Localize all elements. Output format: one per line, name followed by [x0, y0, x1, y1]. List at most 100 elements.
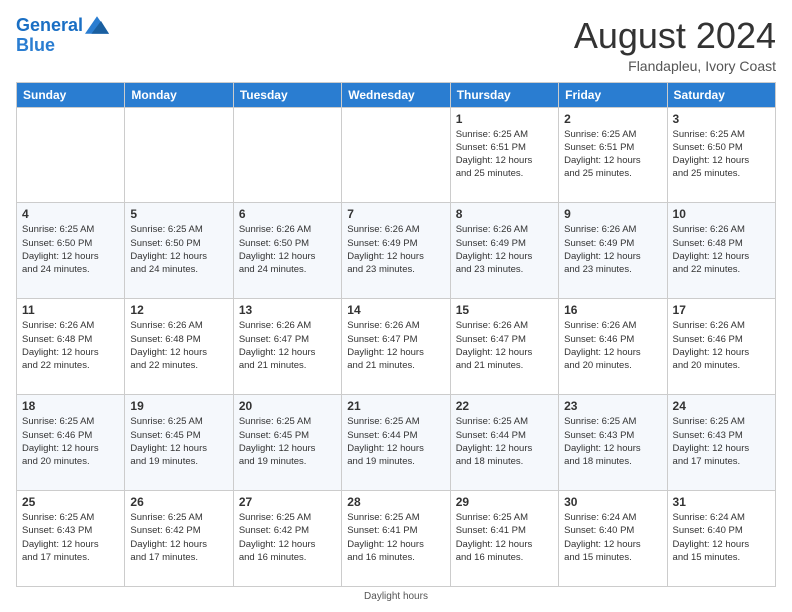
- day-info: Sunrise: 6:26 AM Sunset: 6:46 PM Dayligh…: [564, 319, 661, 372]
- day-number: 30: [564, 495, 661, 509]
- day-number: 8: [456, 207, 553, 221]
- calendar-cell: 18 Sunrise: 6:25 AM Sunset: 6:46 PM Dayli…: [17, 395, 125, 491]
- calendar-cell: 21 Sunrise: 6:25 AM Sunset: 6:44 PM Dayli…: [342, 395, 450, 491]
- calendar-cell: [125, 107, 233, 203]
- day-number: 24: [673, 399, 770, 413]
- day-number: 6: [239, 207, 336, 221]
- day-number: 14: [347, 303, 444, 317]
- calendar-cell: 16 Sunrise: 6:26 AM Sunset: 6:46 PM Dayli…: [559, 299, 667, 395]
- day-info: Sunrise: 6:25 AM Sunset: 6:43 PM Dayligh…: [673, 415, 770, 468]
- calendar-cell: [342, 107, 450, 203]
- day-info: Sunrise: 6:26 AM Sunset: 6:46 PM Dayligh…: [673, 319, 770, 372]
- day-info: Sunrise: 6:25 AM Sunset: 6:42 PM Dayligh…: [239, 511, 336, 564]
- calendar-cell: 14Sunrise: 6:26 AM Sunset: 6:47 PM Dayli…: [342, 299, 450, 395]
- calendar-cell: 3Sunrise: 6:25 AM Sunset: 6:50 PM Daylig…: [667, 107, 775, 203]
- day-number: 27: [239, 495, 336, 509]
- header: General Blue August 2024 Flandapleu, Ivo…: [16, 16, 776, 74]
- day-of-week-header: Thursday: [450, 82, 558, 107]
- day-number: 21: [347, 399, 444, 413]
- calendar-cell: 9 Sunrise: 6:26 AM Sunset: 6:49 PM Daylig…: [559, 203, 667, 299]
- calendar-cell: 27 Sunrise: 6:25 AM Sunset: 6:42 PM Dayli…: [233, 491, 341, 587]
- calendar-cell: 25Sunrise: 6:25 AM Sunset: 6:43 PM Dayli…: [17, 491, 125, 587]
- day-number: 20: [239, 399, 336, 413]
- day-of-week-header: Monday: [125, 82, 233, 107]
- day-number: 31: [673, 495, 770, 509]
- calendar-week-row: 18 Sunrise: 6:25 AM Sunset: 6:46 PM Dayli…: [17, 395, 776, 491]
- day-info: Sunrise: 6:25 AM Sunset: 6:50 PM Dayligh…: [130, 223, 227, 276]
- day-number: 5: [130, 207, 227, 221]
- calendar-cell: 1Sunrise: 6:25 AM Sunset: 6:51 PM Daylig…: [450, 107, 558, 203]
- logo-text: General: [16, 16, 83, 36]
- day-of-week-header: Wednesday: [342, 82, 450, 107]
- month-year: August 2024: [574, 16, 776, 56]
- calendar-cell: 5 Sunrise: 6:25 AM Sunset: 6:50 PM Daylig…: [125, 203, 233, 299]
- day-number: 2: [564, 112, 661, 126]
- calendar-cell: 30 Sunrise: 6:24 AM Sunset: 6:40 PM Dayli…: [559, 491, 667, 587]
- calendar-cell: [17, 107, 125, 203]
- day-info: Sunrise: 6:25 AM Sunset: 6:51 PM Dayligh…: [456, 128, 553, 181]
- calendar-cell: 20 Sunrise: 6:25 AM Sunset: 6:45 PM Dayli…: [233, 395, 341, 491]
- logo-text-blue: Blue: [16, 36, 109, 56]
- day-info: Sunrise: 6:24 AM Sunset: 6:40 PM Dayligh…: [673, 511, 770, 564]
- day-number: 26: [130, 495, 227, 509]
- calendar-cell: 6Sunrise: 6:26 AM Sunset: 6:50 PM Daylig…: [233, 203, 341, 299]
- day-of-week-header: Saturday: [667, 82, 775, 107]
- day-info: Sunrise: 6:26 AM Sunset: 6:49 PM Dayligh…: [456, 223, 553, 276]
- calendar-header-row: SundayMondayTuesdayWednesdayThursdayFrid…: [17, 82, 776, 107]
- day-info: Sunrise: 6:26 AM Sunset: 6:49 PM Dayligh…: [564, 223, 661, 276]
- day-info: Sunrise: 6:25 AM Sunset: 6:42 PM Dayligh…: [130, 511, 227, 564]
- calendar-cell: 2 Sunrise: 6:25 AM Sunset: 6:51 PM Daylig…: [559, 107, 667, 203]
- day-info: Sunrise: 6:25 AM Sunset: 6:41 PM Dayligh…: [347, 511, 444, 564]
- day-info: Sunrise: 6:26 AM Sunset: 6:48 PM Dayligh…: [673, 223, 770, 276]
- day-number: 22: [456, 399, 553, 413]
- calendar-cell: 31 Sunrise: 6:24 AM Sunset: 6:40 PM Dayli…: [667, 491, 775, 587]
- calendar-cell: 22 Sunrise: 6:25 AM Sunset: 6:44 PM Dayli…: [450, 395, 558, 491]
- calendar-cell: [233, 107, 341, 203]
- day-info: Sunrise: 6:26 AM Sunset: 6:49 PM Dayligh…: [347, 223, 444, 276]
- title-block: August 2024 Flandapleu, Ivory Coast: [574, 16, 776, 74]
- day-of-week-header: Tuesday: [233, 82, 341, 107]
- location: Flandapleu, Ivory Coast: [574, 58, 776, 74]
- calendar-cell: 15 Sunrise: 6:26 AM Sunset: 6:47 PM Dayli…: [450, 299, 558, 395]
- day-info: Sunrise: 6:26 AM Sunset: 6:47 PM Dayligh…: [239, 319, 336, 372]
- day-number: 28: [347, 495, 444, 509]
- day-number: 13: [239, 303, 336, 317]
- day-number: 7: [347, 207, 444, 221]
- day-number: 18: [22, 399, 119, 413]
- calendar-cell: 28 Sunrise: 6:25 AM Sunset: 6:41 PM Dayli…: [342, 491, 450, 587]
- calendar-cell: 7 Sunrise: 6:26 AM Sunset: 6:49 PM Daylig…: [342, 203, 450, 299]
- calendar-week-row: 4 Sunrise: 6:25 AM Sunset: 6:50 PM Daylig…: [17, 203, 776, 299]
- calendar-week-row: 11Sunrise: 6:26 AM Sunset: 6:48 PM Dayli…: [17, 299, 776, 395]
- day-number: 19: [130, 399, 227, 413]
- calendar-cell: 8 Sunrise: 6:26 AM Sunset: 6:49 PM Daylig…: [450, 203, 558, 299]
- day-info: Sunrise: 6:24 AM Sunset: 6:40 PM Dayligh…: [564, 511, 661, 564]
- calendar: SundayMondayTuesdayWednesdayThursdayFrid…: [16, 82, 776, 587]
- calendar-week-row: 1Sunrise: 6:25 AM Sunset: 6:51 PM Daylig…: [17, 107, 776, 203]
- day-number: 3: [673, 112, 770, 126]
- day-info: Sunrise: 6:25 AM Sunset: 6:46 PM Dayligh…: [22, 415, 119, 468]
- calendar-week-row: 25Sunrise: 6:25 AM Sunset: 6:43 PM Dayli…: [17, 491, 776, 587]
- calendar-cell: 12 Sunrise: 6:26 AM Sunset: 6:48 PM Dayli…: [125, 299, 233, 395]
- day-info: Sunrise: 6:26 AM Sunset: 6:48 PM Dayligh…: [130, 319, 227, 372]
- day-number: 16: [564, 303, 661, 317]
- day-number: 12: [130, 303, 227, 317]
- day-number: 4: [22, 207, 119, 221]
- day-info: Sunrise: 6:25 AM Sunset: 6:45 PM Dayligh…: [130, 415, 227, 468]
- day-number: 15: [456, 303, 553, 317]
- calendar-cell: 11Sunrise: 6:26 AM Sunset: 6:48 PM Dayli…: [17, 299, 125, 395]
- day-info: Sunrise: 6:25 AM Sunset: 6:44 PM Dayligh…: [456, 415, 553, 468]
- calendar-cell: 13 Sunrise: 6:26 AM Sunset: 6:47 PM Dayli…: [233, 299, 341, 395]
- day-info: Sunrise: 6:26 AM Sunset: 6:47 PM Dayligh…: [456, 319, 553, 372]
- calendar-cell: 17Sunrise: 6:26 AM Sunset: 6:46 PM Dayli…: [667, 299, 775, 395]
- logo: General Blue: [16, 16, 109, 56]
- day-info: Sunrise: 6:25 AM Sunset: 6:41 PM Dayligh…: [456, 511, 553, 564]
- day-number: 9: [564, 207, 661, 221]
- day-info: Sunrise: 6:25 AM Sunset: 6:45 PM Dayligh…: [239, 415, 336, 468]
- day-info: Sunrise: 6:25 AM Sunset: 6:51 PM Dayligh…: [564, 128, 661, 181]
- day-info: Sunrise: 6:25 AM Sunset: 6:43 PM Dayligh…: [564, 415, 661, 468]
- day-info: Sunrise: 6:25 AM Sunset: 6:44 PM Dayligh…: [347, 415, 444, 468]
- calendar-cell: 10Sunrise: 6:26 AM Sunset: 6:48 PM Dayli…: [667, 203, 775, 299]
- day-of-week-header: Sunday: [17, 82, 125, 107]
- calendar-cell: 4Sunrise: 6:25 AM Sunset: 6:50 PM Daylig…: [17, 203, 125, 299]
- day-info: Sunrise: 6:26 AM Sunset: 6:48 PM Dayligh…: [22, 319, 119, 372]
